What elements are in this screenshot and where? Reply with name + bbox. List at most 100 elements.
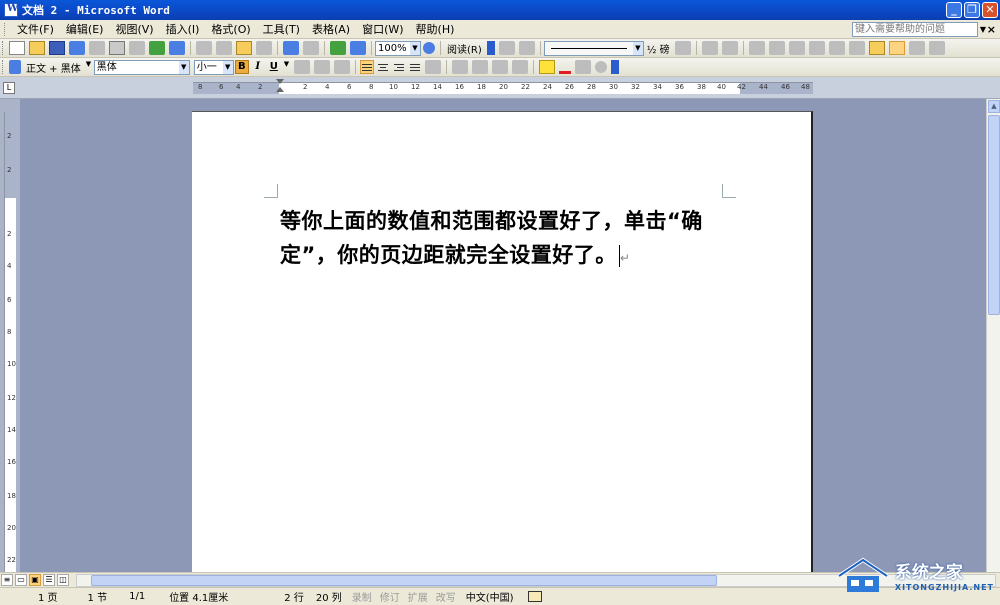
track-changes-icon[interactable]: [518, 41, 535, 55]
numbering-icon[interactable]: [451, 60, 468, 74]
chevron-down-icon[interactable]: ▼: [410, 41, 420, 55]
normal-view-icon[interactable]: ≡: [1, 574, 13, 586]
border-color-icon[interactable]: [674, 41, 691, 55]
menu-help[interactable]: 帮助(H): [410, 21, 461, 37]
styles-pane-icon[interactable]: [9, 60, 21, 74]
char-border-icon[interactable]: [293, 60, 310, 74]
merge-cells-icon[interactable]: [768, 41, 785, 55]
insert-table-icon[interactable]: [748, 41, 765, 55]
chevron-down-icon[interactable]: ▼: [632, 41, 643, 55]
status-overtype[interactable]: 改写: [436, 589, 456, 604]
scroll-up-icon[interactable]: ▲: [988, 100, 1000, 113]
vertical-ruler[interactable]: 2 2 2 4 6 8 10 12 14 16 18 20 22: [4, 112, 16, 577]
permission-icon[interactable]: [69, 41, 85, 55]
distribute-rows-icon[interactable]: [828, 41, 845, 55]
reading-view-icon[interactable]: ◫: [57, 574, 69, 586]
help-icon[interactable]: [423, 42, 435, 54]
decrease-indent-icon[interactable]: [491, 60, 508, 74]
email-icon[interactable]: [89, 41, 105, 55]
chevron-down-icon[interactable]: ▼: [284, 60, 290, 74]
format-painter-icon[interactable]: [256, 41, 272, 55]
word-app-icon[interactable]: [4, 3, 18, 17]
align-right-button[interactable]: [392, 60, 406, 74]
menu-insert[interactable]: 插入(I): [160, 21, 206, 37]
horizontal-scroll-thumb[interactable]: [91, 574, 717, 586]
increase-indent-icon[interactable]: [511, 60, 528, 74]
toolbar-grip[interactable]: [2, 41, 5, 55]
status-extend[interactable]: 扩展: [408, 589, 428, 604]
menu-grip[interactable]: [4, 22, 7, 36]
save-icon[interactable]: [49, 41, 65, 55]
chevron-down-icon[interactable]: ▼: [86, 60, 92, 74]
show-gridlines-icon[interactable]: [888, 41, 905, 55]
style-select[interactable]: 正文 + 黑体: [23, 60, 84, 75]
status-track-changes[interactable]: 修订: [380, 589, 400, 604]
menu-format[interactable]: 格式(O): [205, 21, 256, 37]
redo-icon[interactable]: [303, 41, 319, 55]
toolbar-grip[interactable]: [2, 60, 5, 74]
chevron-down-icon[interactable]: ▼: [178, 60, 189, 74]
web-view-icon[interactable]: ▭: [15, 574, 27, 586]
document-close-button[interactable]: ×: [987, 23, 996, 36]
shading-icon[interactable]: [721, 41, 738, 55]
menu-view[interactable]: 视图(V): [109, 21, 159, 37]
open-folder-icon[interactable]: [29, 41, 45, 55]
print-icon[interactable]: [109, 41, 125, 55]
menu-window[interactable]: 窗口(W): [356, 21, 409, 37]
toolbar-options-icon[interactable]: [486, 41, 495, 55]
first-line-indent-marker[interactable]: [276, 79, 284, 97]
line-spacing-icon[interactable]: [424, 60, 441, 74]
char-scale-icon[interactable]: [333, 60, 350, 74]
char-shading-icon[interactable]: [313, 60, 330, 74]
phonetic-guide-icon[interactable]: [574, 60, 591, 74]
cut-icon[interactable]: [196, 41, 212, 55]
font-select[interactable]: 黑体 ▼: [93, 59, 190, 75]
line-style-select[interactable]: ▼: [543, 40, 644, 56]
restore-button[interactable]: ❐: [964, 2, 980, 18]
reviewing-icon[interactable]: [498, 41, 515, 55]
menu-file[interactable]: 文件(F): [11, 21, 60, 37]
spelling-icon[interactable]: [149, 41, 165, 55]
zoom-select[interactable]: 100% ▼: [375, 40, 421, 56]
copy-icon[interactable]: [216, 41, 232, 55]
vertical-scroll-thumb[interactable]: [988, 115, 1000, 315]
tab-selector-icon[interactable]: L: [3, 82, 15, 94]
enclose-characters-icon[interactable]: [594, 61, 607, 73]
font-color-icon[interactable]: [558, 60, 571, 74]
hyperlink-icon[interactable]: [330, 41, 346, 55]
bullets-icon[interactable]: [471, 60, 488, 74]
menu-table[interactable]: 表格(A): [306, 21, 356, 37]
undo-icon[interactable]: [283, 41, 299, 55]
print-layout-view-icon[interactable]: ▣: [29, 574, 41, 586]
menu-edit[interactable]: 编辑(E): [60, 21, 110, 37]
bold-button[interactable]: B: [234, 60, 249, 74]
table-autoformat-icon[interactable]: [868, 41, 885, 55]
menu-tools[interactable]: 工具(T): [257, 21, 306, 37]
status-language[interactable]: 中文(中国): [466, 589, 514, 604]
vertical-scrollbar[interactable]: ▲: [986, 99, 1000, 572]
sort-icon[interactable]: [908, 41, 925, 55]
document-body[interactable]: 等你上面的数值和范围都设置好了，单击“确定”，你的页边距就完全设置好了。 ↵: [280, 204, 726, 275]
font-size-select[interactable]: 小一 ▼: [193, 59, 234, 75]
outline-view-icon[interactable]: ☰: [43, 574, 55, 586]
align-cells-icon[interactable]: [808, 41, 825, 55]
distribute-columns-icon[interactable]: [848, 41, 865, 55]
minimize-button[interactable]: _: [946, 2, 962, 18]
document-page[interactable]: 等你上面的数值和范围都设置好了，单击“确定”，你的页边距就完全设置好了。 ↵: [192, 111, 813, 572]
highlight-icon[interactable]: [538, 60, 555, 74]
autosum-icon[interactable]: [928, 41, 945, 55]
table-icon[interactable]: [350, 41, 366, 55]
distributed-button[interactable]: [408, 60, 422, 74]
new-document-icon[interactable]: [9, 41, 25, 55]
underline-button[interactable]: U: [267, 60, 281, 74]
close-button[interactable]: ✕: [982, 2, 998, 18]
borders-icon[interactable]: [701, 41, 718, 55]
status-record[interactable]: 录制: [352, 589, 372, 604]
horizontal-ruler[interactable]: 8 6 4 2 2 4 6 8 10 12 14 16 18 20 22 24 …: [193, 82, 813, 94]
print-preview-icon[interactable]: [129, 41, 145, 55]
help-question-input[interactable]: 键入需要帮助的问题: [852, 22, 978, 37]
italic-button[interactable]: I: [251, 60, 265, 74]
justify-button[interactable]: [359, 60, 374, 74]
toolbar-options-icon[interactable]: [610, 60, 619, 74]
research-icon[interactable]: [169, 41, 185, 55]
